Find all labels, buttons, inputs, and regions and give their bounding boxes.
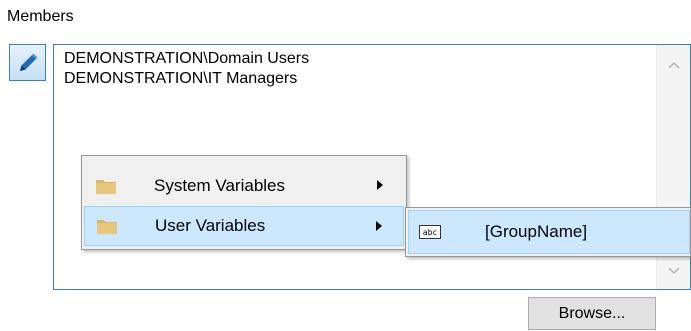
submenu-item-groupname[interactable]: abc [GroupName] xyxy=(408,210,690,254)
chevron-down-icon xyxy=(667,267,680,275)
menu-item-label: User Variables xyxy=(155,216,266,235)
submenu-arrow-icon xyxy=(377,180,383,190)
member-item: DEMONSTRATION\Domain Users xyxy=(64,50,310,67)
chevron-up-icon xyxy=(667,61,680,69)
member-item: DEMONSTRATION\IT Managers xyxy=(64,70,298,87)
scroll-down-arrow[interactable] xyxy=(657,257,690,285)
menu-item-user-variables[interactable]: User Variables xyxy=(84,206,404,246)
variables-context-menu: System Variables User Variables xyxy=(81,155,407,250)
menu-item-system-variables[interactable]: System Variables xyxy=(84,166,404,206)
edit-members-button[interactable] xyxy=(9,44,46,81)
folder-icon xyxy=(97,220,117,234)
members-label: Members xyxy=(7,8,74,25)
browse-button[interactable]: Browse... xyxy=(528,297,656,330)
text-variable-icon: abc xyxy=(419,225,441,239)
submenu-item-label: [GroupName] xyxy=(485,222,588,241)
members-list: DEMONSTRATION\Domain Users DEMONSTRATION… xyxy=(64,49,309,89)
user-variables-submenu: abc [GroupName] xyxy=(405,207,691,257)
menu-item-label: System Variables xyxy=(154,176,286,195)
scroll-up-arrow[interactable] xyxy=(657,51,690,79)
pencil-icon xyxy=(19,53,37,71)
folder-icon xyxy=(96,180,116,194)
submenu-arrow-icon xyxy=(376,221,382,231)
